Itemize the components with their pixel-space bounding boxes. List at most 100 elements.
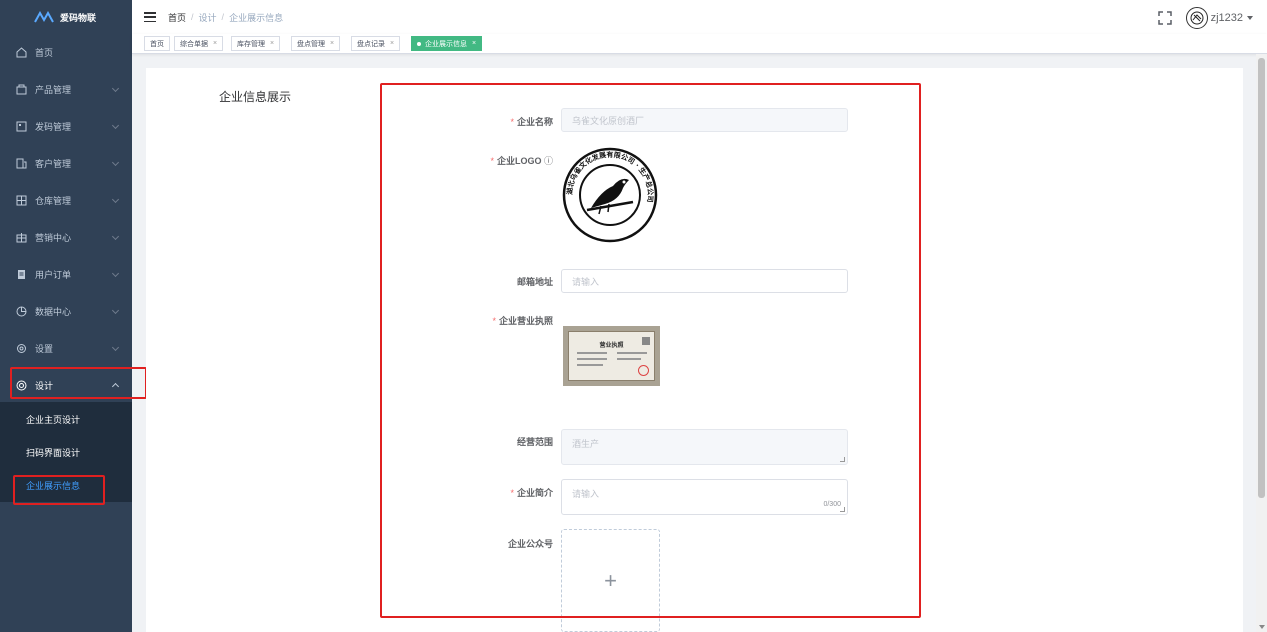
sidebar-item-label: 设计: [35, 381, 54, 391]
tag-inventory[interactable]: 库存管理 ×: [231, 36, 281, 51]
breadcrumb-item[interactable]: 首页: [168, 11, 186, 24]
sidebar-item-label: 用户订单: [35, 270, 72, 280]
sidebar-item-marketing[interactable]: 营销中心: [0, 219, 132, 256]
top-header: 首页 / 设计 / 企业展示信息 zj1232: [132, 0, 1267, 34]
scrollbar-thumb[interactable]: [1258, 58, 1265, 498]
sidebar-item-codes[interactable]: 发码管理: [0, 108, 132, 145]
chevron-down-icon: [111, 269, 120, 278]
home-icon: [15, 47, 27, 59]
license-label: * 企业营业执照: [492, 316, 553, 326]
submenu-item-company-info[interactable]: 企业展示信息: [0, 469, 132, 502]
sidebar-item-home[interactable]: 首页: [0, 34, 132, 71]
avatar[interactable]: [1185, 7, 1208, 29]
company-name-input: 乌雀文化原创酒厂: [561, 108, 848, 132]
wechat-upload[interactable]: +: [561, 529, 660, 632]
order-icon: [15, 269, 27, 281]
fullscreen-icon[interactable]: [1157, 11, 1172, 25]
caret-down-icon[interactable]: [1247, 16, 1253, 20]
tag-documents[interactable]: 综合单据 ×: [174, 36, 224, 51]
app-logo[interactable]: 爱码物联: [0, 0, 132, 34]
tag-label: 盘点管理: [297, 40, 325, 48]
chevron-down-icon: [111, 158, 120, 167]
tag-label: 库存管理: [237, 40, 265, 48]
scope-label: 经营范围: [516, 437, 553, 447]
sidebar-item-orders[interactable]: 用户订单: [0, 256, 132, 293]
warehouse-icon: [15, 195, 27, 207]
logo-image[interactable]: 湖北乌雀文化发展有限公司 · 生产总公司: [561, 146, 659, 244]
logo-icon: [34, 11, 54, 23]
close-icon[interactable]: ×: [270, 40, 274, 47]
submenu-item-homepage-design[interactable]: 企业主页设计: [0, 403, 132, 436]
tag-label: 企业展示信息: [425, 40, 467, 48]
sidebar-item-design[interactable]: 设计: [0, 367, 132, 404]
breadcrumb-item: 企业展示信息: [229, 12, 284, 23]
scope-textarea: 酒生产: [561, 429, 848, 465]
scroll-down-icon[interactable]: [1259, 625, 1265, 629]
intro-textarea[interactable]: 请输入 0/300: [561, 479, 848, 515]
email-label: 邮箱地址: [516, 277, 553, 287]
sidebar-item-label: 客户管理: [35, 159, 72, 169]
tag-stocktake-records[interactable]: 盘点记录 ×: [351, 36, 401, 51]
tags-view: 首页 综合单据 × 库存管理 × 盘点管理 × 盘点记录 × 企业展示信息 ×: [132, 34, 1267, 54]
design-icon: [15, 380, 27, 392]
close-icon[interactable]: ×: [330, 40, 334, 47]
submenu-item-label: 企业主页设计: [26, 415, 81, 425]
char-count: 0/300: [823, 501, 841, 508]
tag-company-info[interactable]: 企业展示信息 ×: [411, 36, 483, 51]
submenu-item-label: 企业展示信息: [26, 481, 81, 491]
sidebar-item-label: 营销中心: [35, 233, 72, 243]
settings-icon: [15, 343, 27, 355]
product-icon: [15, 84, 27, 96]
sidebar-item-warehouse[interactable]: 仓库管理: [0, 182, 132, 219]
tag-home[interactable]: 首页: [144, 36, 170, 51]
chevron-down-icon: [111, 343, 120, 352]
close-icon[interactable]: ×: [390, 40, 394, 47]
section-title: 企业信息展示: [219, 90, 292, 104]
business-license-image[interactable]: 营业执照: [563, 326, 660, 386]
chevron-down-icon: [111, 84, 120, 93]
sidebar-item-products[interactable]: 产品管理: [0, 71, 132, 108]
close-icon[interactable]: ×: [472, 40, 476, 47]
bird-logo-icon: [1190, 11, 1204, 25]
breadcrumb-item[interactable]: 设计: [199, 11, 217, 24]
sidebar-item-label: 设置: [35, 344, 54, 354]
sidebar-item-customers[interactable]: 客户管理: [0, 145, 132, 182]
submenu-item-label: 扫码界面设计: [26, 448, 81, 458]
chevron-down-icon: [111, 232, 120, 241]
plus-icon: +: [604, 567, 617, 593]
breadcrumb: 首页 / 设计 / 企业展示信息: [168, 11, 284, 24]
sidebar-item-settings[interactable]: 设置: [0, 330, 132, 367]
page-scrollbar[interactable]: [1256, 54, 1267, 632]
tag-label: 首页: [150, 40, 164, 48]
main-card: 企业信息展示 * 企业名称 乌雀文化原创酒厂 * 企业LOGO ⓘ 湖北乌雀文化发展…: [146, 68, 1243, 632]
logo-label: * 企业LOGO ⓘ: [490, 156, 553, 166]
marketing-icon: [15, 232, 27, 244]
resize-handle-icon: [840, 507, 845, 512]
sidebar-item-data[interactable]: 数据中心: [0, 293, 132, 330]
chevron-down-icon: [111, 121, 120, 130]
header-right: zj1232: [1157, 7, 1253, 29]
chevron-up-icon: [111, 382, 120, 391]
email-input[interactable]: 请输入: [561, 269, 848, 293]
customer-icon: [15, 158, 27, 170]
hamburger-icon[interactable]: [144, 12, 156, 22]
tag-stocktake[interactable]: 盘点管理 ×: [291, 36, 341, 51]
submenu-item-scan-design[interactable]: 扫码界面设计: [0, 436, 132, 469]
sidebar-item-label: 发码管理: [35, 122, 72, 132]
design-submenu: 企业主页设计 扫码界面设计 企业展示信息: [0, 402, 132, 502]
sidebar: 爱码物联 首页 产品管理 发码管理 客户管理 仓库管理 营销中心 用户订单 数据…: [0, 0, 132, 632]
tag-label: 盘点记录: [357, 40, 385, 48]
app-name: 爱码物联: [60, 12, 97, 23]
chevron-down-icon: [111, 195, 120, 204]
user-name[interactable]: zj1232: [1211, 12, 1243, 24]
sidebar-item-label: 产品管理: [35, 85, 72, 95]
sidebar-item-label: 仓库管理: [35, 196, 72, 206]
wechat-label: 企业公众号: [507, 539, 553, 549]
code-icon: [15, 121, 27, 133]
company-seal-icon: 湖北乌雀文化发展有限公司 · 生产总公司: [562, 147, 658, 243]
data-icon: [15, 306, 27, 318]
sidebar-item-label: 首页: [35, 48, 54, 58]
resize-handle-icon: [840, 457, 845, 462]
chevron-down-icon: [111, 306, 120, 315]
close-icon[interactable]: ×: [213, 40, 217, 47]
